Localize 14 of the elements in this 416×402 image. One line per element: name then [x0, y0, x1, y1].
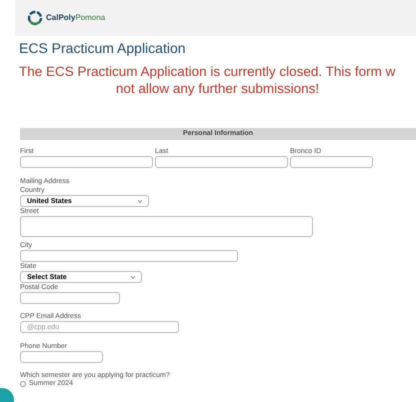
logo-icon	[27, 10, 43, 26]
name-field[interactable]	[155, 156, 288, 168]
phone-field[interactable]	[20, 351, 103, 363]
postal-code-field[interactable]	[20, 292, 120, 304]
name-field[interactable]	[290, 156, 373, 168]
closed-notice: The ECS Practicum Application is currently closed. This form w	[19, 63, 396, 80]
chevron-icon	[138, 200, 142, 202]
street-field[interactable]	[20, 216, 313, 237]
chevron-icon	[131, 276, 135, 278]
logo-text: CalPolyPomona	[46, 14, 106, 22]
name-field[interactable]	[20, 156, 153, 168]
closed-notice: not allow any further submissions!	[116, 80, 320, 97]
page-title: ECS Practicum Application	[19, 39, 187, 57]
city-field[interactable]	[20, 250, 238, 262]
